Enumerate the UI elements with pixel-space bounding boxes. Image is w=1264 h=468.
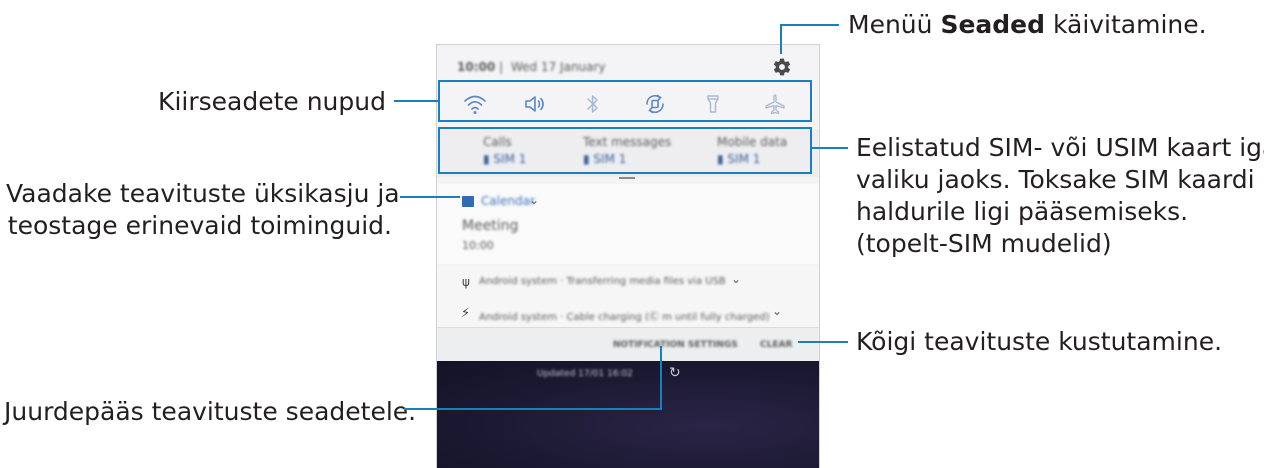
notification-settings-label: Juurdepääs teavituste seadetele. [4, 397, 417, 426]
quick-buttons-highlight [438, 80, 812, 122]
status-time: 10:00 [457, 60, 496, 74]
status-divider: | [499, 60, 504, 74]
sim-preference-leader [812, 147, 848, 149]
clear-all-leader [798, 341, 848, 343]
refresh-icon[interactable]: ↻ [669, 365, 681, 381]
notification-actions-row: NOTIFICATION SETTINGS CLEAR [437, 328, 819, 361]
sim-preference-line-3: haldurile ligi pääsemiseks. [856, 197, 1189, 226]
sim-preference-line-4: (topelt-SIM mudelid) [856, 229, 1112, 258]
notification-details-leader [400, 196, 460, 198]
quick-buttons-leader [394, 100, 438, 102]
settings-gear-icon[interactable] [772, 57, 792, 77]
chevron-down-icon[interactable]: ⌄ [731, 272, 741, 286]
calendar-app-name: Calendar [481, 194, 535, 208]
settings-leader-v [780, 24, 782, 54]
notification-details-line-1: Vaadake teavituste üksikasju ja [6, 179, 400, 208]
notification-settings-leader-v [660, 346, 662, 410]
settings-label-suffix: käivitamine. [1045, 10, 1207, 39]
notification-settings-leader-h [404, 408, 662, 410]
notification-details-label: Vaadake teavituste üksikasju ja teostage… [6, 178, 400, 242]
clear-button[interactable]: CLEAR [760, 340, 792, 350]
notification-settings-button[interactable]: NOTIFICATION SETTINGS [613, 340, 738, 350]
calendar-event-time: 10:00 [462, 239, 494, 252]
sim-preference-line-1: Eelistatud SIM- või USIM kaart iga [856, 133, 1264, 162]
lockscreen-update-text: Updated 17/01 16:02 [537, 369, 633, 379]
settings-label: Menüü Seaded käivitamine. [848, 9, 1207, 41]
lockscreen-wallpaper: Updated 17/01 16:02 ↻ [437, 361, 819, 468]
android-notification-usb[interactable]: Android system · Transferring media file… [479, 276, 726, 287]
chevron-down-icon[interactable]: ⌄ [772, 304, 782, 318]
clear-all-label: Kõigi teavituste kustutamine. [856, 327, 1223, 356]
status-date: Wed 17 January [511, 60, 606, 74]
notification-details-line-2: teostage erinevaid toiminguid. [7, 211, 392, 240]
chevron-down-icon[interactable]: ⌄ [529, 193, 539, 207]
sim-preference-line-2: valiku jaoks. Toksake SIM kaardi [856, 165, 1255, 194]
charging-icon: ⚡ [461, 306, 471, 321]
panel-handle[interactable] [619, 177, 635, 179]
android-notification-charging[interactable]: Android system · Cable charging (Ⓒ m unt… [479, 308, 769, 323]
android-notifications-group: ψ Android system · Transferring media fi… [437, 267, 819, 327]
calendar-event-title: Meeting [462, 218, 519, 234]
sim-preference-highlight [438, 127, 812, 174]
calendar-notification[interactable]: Calendar ⌄ Meeting 10:00 [437, 184, 819, 264]
settings-label-bold: Seaded [940, 10, 1046, 39]
usb-icon: ψ [462, 275, 470, 289]
settings-label-prefix: Menüü [848, 10, 941, 39]
calendar-app-icon [462, 196, 474, 207]
quick-buttons-label: Kiirseadete nupud [158, 87, 386, 116]
sim-preference-label: Eelistatud SIM- või USIM kaart iga valik… [856, 132, 1264, 260]
settings-leader-h [781, 24, 839, 26]
